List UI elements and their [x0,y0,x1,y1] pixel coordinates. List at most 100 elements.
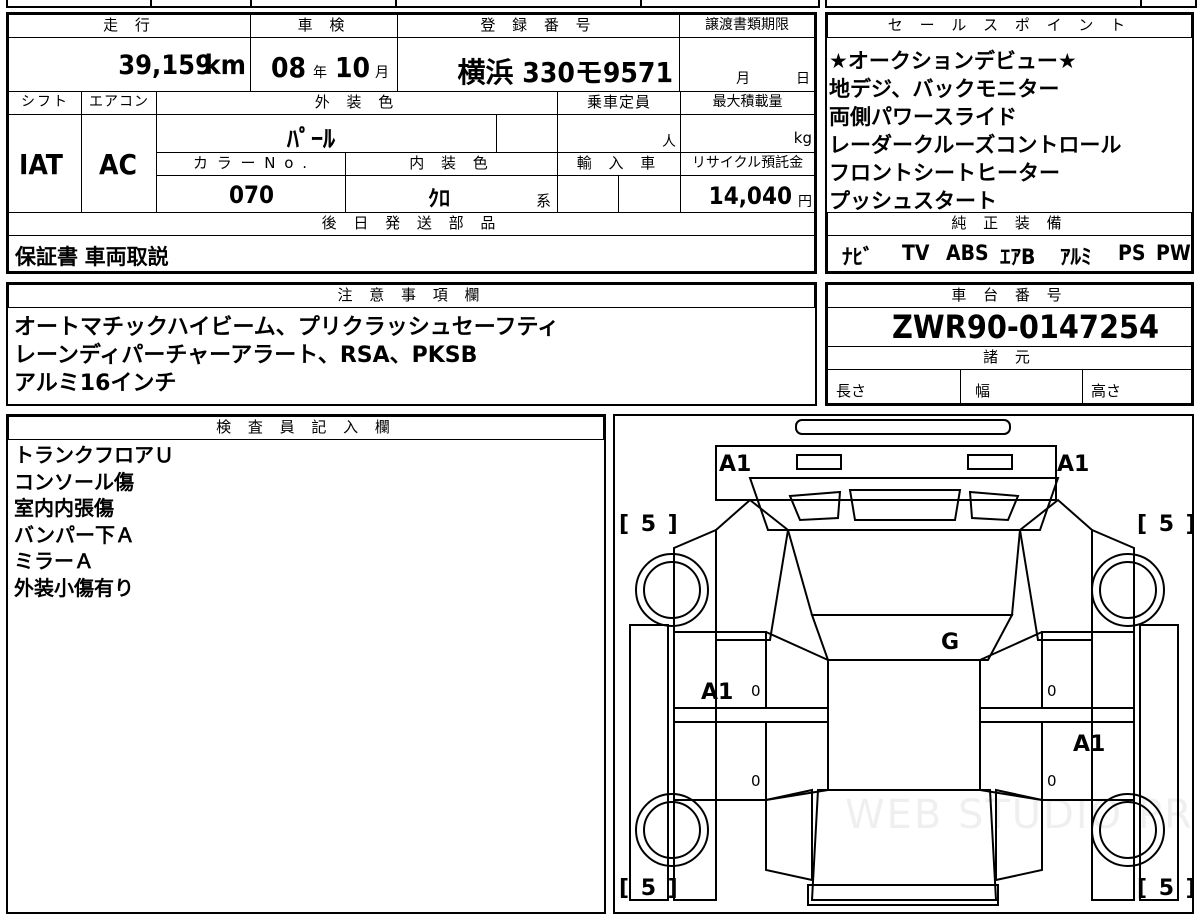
shift-cell: IAT [8,114,82,213]
transfer-deadline-cell: 月 日 [679,37,815,92]
inspector-header: 検 査 員 記 入 欄 [8,416,604,440]
tire-bracket-rear-right: [ 5 ] [1137,876,1194,901]
later-parts-header: 後 日 発 送 部 品 [8,212,815,236]
sales-points-list: ★オークションデビュー★ 地デジ、バックモニター 両側パワースライド レーダーク… [829,47,1121,215]
equip-item: PW [1156,241,1191,265]
mark-zero: 0 [1047,772,1057,790]
mark-zero: 0 [1047,682,1057,700]
exterior-color-header: 外 装 色 [156,91,558,115]
transfer-deadline-header: 譲渡書類期限 [679,14,815,38]
mark-zero: 0 [751,772,761,790]
width-cell: 幅 [960,369,1083,404]
interior-color-cell: ｸﾛ 系 [345,175,558,213]
grille-center [848,489,962,521]
aircon-value: AC [99,148,137,181]
equip-item: ｴｱB [1000,245,1036,269]
left-rear-quarter [765,788,813,882]
wheel-rear-left [635,793,709,867]
import-cell-b [618,175,681,213]
sales-points-header: セ ー ル ス ポ イ ン ト [827,14,1192,38]
chassis-header: 車 台 番 号 [827,284,1192,308]
vehicle-info-table: 走 行 車 検 登 録 番 号 譲渡書類期限 39,159 km 08 年 10… [6,12,817,274]
sales-point-item: ★オークションデビュー★ [829,49,1077,73]
max-load-header: 最大積載量 [680,91,815,115]
exterior-color-value: ﾊﾟｰﾙ [287,125,335,153]
length-cell: 長さ [827,369,961,404]
equip-item: TV [902,241,930,265]
wheel-front-right-inner [1099,561,1157,619]
capacity-header: 乗車定員 [557,91,681,115]
mark-right-rear-door: A1 [1073,732,1106,757]
wheel-rear-left-inner [643,801,701,859]
front-bumper-bar [795,419,1011,435]
dimensions-header: 諸 元 [827,346,1192,370]
car-diagram [629,419,1179,906]
registration-value: 横浜 330モ9571 [457,56,673,89]
inspection-year-unit: 年 [313,65,327,81]
mark-windshield: G [941,630,960,655]
recycle-value: 14,040 [708,182,792,210]
mark-left-front-door: A1 [701,680,734,705]
genuine-equipment-header: 純 正 装 備 [827,212,1192,236]
color-no-header: カ ラ ー N o . [156,152,346,176]
watermark: WEB STUDIO PRO [845,792,1194,838]
wheel-front-left [635,553,709,627]
sales-point-item: プッシュスタート [829,189,997,213]
sales-point-item: フロントシートヒーター [829,161,1060,185]
roof-outline [810,614,1014,661]
sales-point-item: 両側パワースライド [829,105,1017,129]
inspector-line: 外装小傷有り [14,575,134,600]
right-headlight [967,454,1013,470]
equip-item: ﾅﾋﾞ [842,245,874,269]
inspector-line: バンパー下Ａ [14,522,135,547]
inspection-month: 10 [335,51,371,84]
inspector-line: コンソール傷 [14,469,134,494]
later-parts-value: 保証書 車両取説 [15,245,169,269]
interior-color-suffix: 系 [535,192,551,210]
note-line: アルミ16インチ [14,371,177,396]
length-label: 長さ [836,382,867,400]
color-no-cell: 070 [156,175,346,213]
windshield [786,529,1022,616]
later-parts-cell: 保証書 車両取説 [8,235,815,272]
inspection-header: 車 検 [250,14,398,38]
inspector-line: 室内内張傷 [14,496,114,520]
tire-bracket-rear-left: [ 5 ] [619,876,680,901]
top-strip [0,0,1200,8]
inspection-month-unit: 月 [375,65,389,81]
note-line: レーンディパーチャーアラート、RSA、PKSB [14,343,478,368]
right-body-side [1091,528,1135,901]
notes-box: 注 意 事 項 欄 オートマチックハイビーム、プリクラッシュセーフティ レーンデ… [6,282,817,406]
transfer-month-unit: 月 [736,71,750,87]
registration-cell: 横浜 330モ9571 [397,37,680,92]
right-fender [1018,498,1093,641]
recycle-unit: 円 [798,194,812,210]
import-header: 輸 入 車 [557,152,681,176]
import-cell-a [557,175,619,213]
genuine-equipment-cell: ﾅﾋﾞ TV ABS ｴｱB ｱﾙﾐ PS PW [827,235,1192,272]
transfer-day-unit: 日 [796,71,810,87]
notes-header: 注 意 事 項 欄 [8,284,815,308]
mark-zero: 0 [751,682,761,700]
grille-right [968,490,1020,522]
exterior-color-cell: ﾊﾟｰﾙ [156,114,497,153]
width-label: 幅 [975,382,991,400]
interior-color-value: ｸﾛ [428,187,451,212]
mileage-cell: 39,159 km [8,37,251,92]
equip-item: ｱﾙﾐ [1060,245,1092,269]
rear-bumper [807,884,999,906]
tire-bracket-front-left: [ 5 ] [619,512,680,537]
cabin-outline [827,659,981,791]
grille-left [788,490,842,522]
chassis-box: 車 台 番 号 ZWR90-0147254 諸 元 長さ 幅 高さ [825,282,1194,406]
wheel-front-left-inner [643,561,701,619]
mark-front-right: A1 [1057,452,1090,477]
chassis-value: ZWR90-0147254 [892,308,1160,346]
mileage-value: 39,159 [118,50,212,81]
recycle-header: リサイクル預託金 [680,152,815,176]
wheel-front-right [1091,553,1165,627]
hood-outline [748,477,1060,531]
notes-list: オートマチックハイビーム、プリクラッシュセーフティ レーンディパーチャーアラート… [14,314,559,398]
interior-color-header: 内 装 色 [345,152,558,176]
registration-header: 登 録 番 号 [397,14,680,38]
